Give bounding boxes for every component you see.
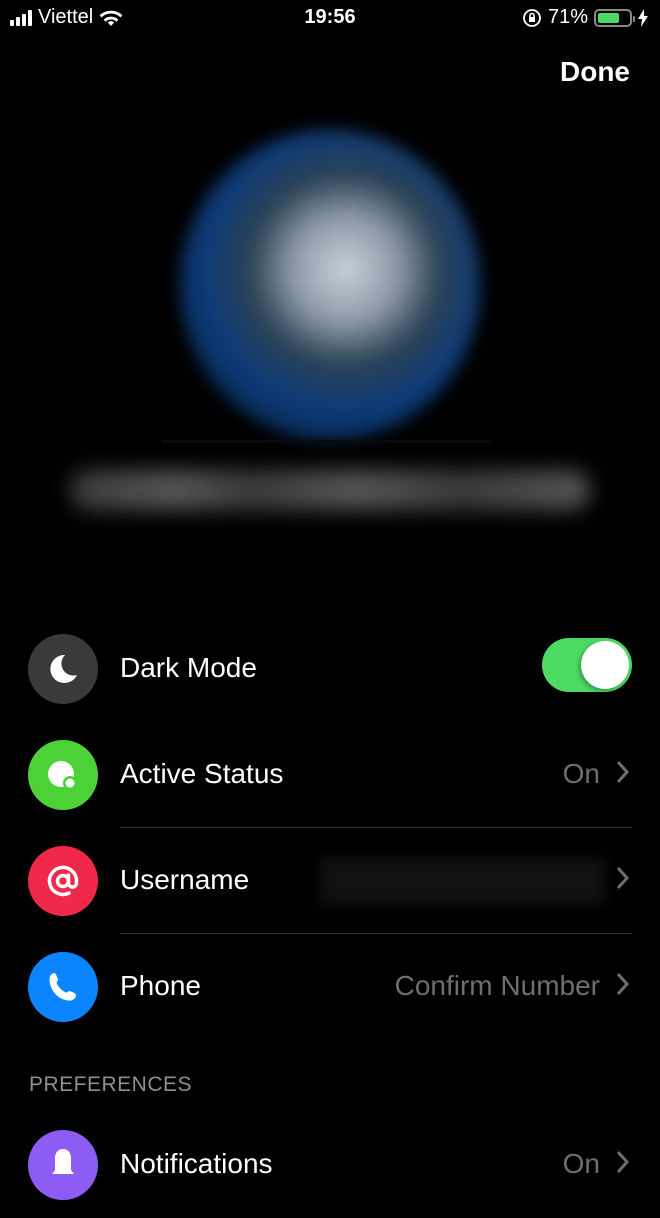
setting-value: On	[562, 758, 600, 789]
profile-avatar[interactable]	[180, 130, 480, 440]
preferences-section-header: PREFERENCES	[29, 1073, 193, 1096]
chevron-right-icon	[616, 866, 630, 890]
battery-percent: 71%	[547, 6, 588, 28]
setting-notifications[interactable]: Notifications On	[0, 1112, 660, 1218]
toggle-knob	[581, 641, 629, 689]
chevron-right-icon	[616, 1150, 630, 1174]
setting-label: Notifications	[120, 1148, 273, 1179]
username-value-redacted	[320, 858, 605, 904]
dark-mode-toggle[interactable]	[542, 638, 632, 692]
chevron-right-icon	[616, 760, 630, 784]
setting-phone[interactable]: Phone Confirm Number	[0, 934, 660, 1040]
setting-value: On	[562, 1148, 600, 1179]
phone-icon	[28, 952, 98, 1022]
battery-icon	[594, 8, 635, 27]
setting-label: Active Status	[120, 758, 284, 789]
done-button[interactable]: Done	[560, 56, 630, 88]
bell-icon	[28, 1130, 98, 1200]
moon-icon	[28, 634, 98, 704]
setting-username[interactable]: Username	[0, 828, 660, 934]
setting-active-status[interactable]: Active Status On	[0, 722, 660, 828]
rotation-lock-icon	[523, 8, 541, 27]
chevron-right-icon	[616, 972, 630, 996]
setting-label: Username	[120, 864, 250, 895]
setting-dark-mode: Dark Mode	[0, 616, 660, 722]
setting-label: Phone	[120, 970, 201, 1001]
setting-label: Dark Mode	[120, 652, 257, 683]
status-right: 71%	[522, 6, 648, 29]
profile-name	[70, 460, 590, 520]
setting-value: Confirm Number	[394, 970, 600, 1001]
charging-icon	[638, 8, 648, 27]
avatar-shadow	[162, 440, 492, 443]
status-bar: Viettel 19:56 71%	[0, 0, 660, 38]
active-status-icon	[28, 740, 98, 810]
at-icon	[28, 846, 98, 916]
